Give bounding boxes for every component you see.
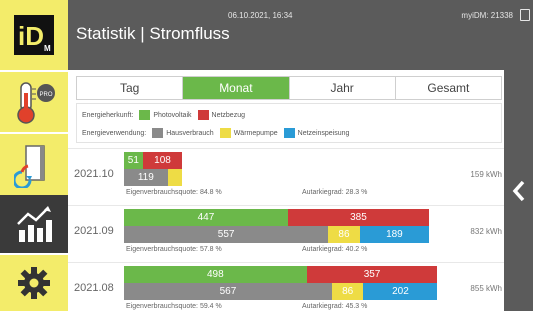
legend-verwendung-label: Energieverwendung: xyxy=(82,129,147,137)
battery-icon xyxy=(520,9,530,21)
main-content: Tag Monat Jahr Gesamt Energieherkunft: P… xyxy=(68,70,504,311)
legend-herkunft-label: Energieherkunft: xyxy=(82,111,134,119)
photovoltaik-segment: 51 xyxy=(124,152,143,169)
netzbezug-segment: 108 xyxy=(142,152,183,169)
legend-item-label: Wärmepumpe xyxy=(233,129,278,137)
svg-text:M: M xyxy=(44,44,51,53)
chevron-left-icon xyxy=(512,180,524,201)
waermepumpe-swatch xyxy=(219,128,231,138)
thermometer-icon: PRO xyxy=(17,82,55,124)
legend-item-netzbezug: Netzbezug xyxy=(197,110,245,120)
idm-logo[interactable]: iD M xyxy=(0,0,68,70)
legend-item-hausverbrauch: Hausverbrauch xyxy=(152,128,214,138)
waermepumpe-segment xyxy=(167,169,183,186)
netzbezug-segment: 357 xyxy=(306,266,438,283)
autarkiegrad: Autarkiegrad: 28.3 % xyxy=(302,189,368,196)
tab-gesamt[interactable]: Gesamt xyxy=(395,77,501,99)
month-row-2021-09[interactable]: 2021.09 447 385 557 86 189 832 kWh Eigenverb… xyxy=(68,205,504,259)
month-total: 159 kWh xyxy=(470,170,502,179)
legend-item-label: Photovoltaik xyxy=(153,111,192,119)
month-total: 855 kWh xyxy=(470,284,502,293)
legend-item-waermepumpe: Wärmepumpe xyxy=(219,128,278,138)
eigenverbrauchsquote: Eigenverbrauchsquote: 84.8 % xyxy=(126,189,222,196)
waermepumpe-segment: 86 xyxy=(331,283,364,300)
tab-tag[interactable]: Tag xyxy=(77,77,184,99)
header-bar: Statistik | Stromfluss 06.10.2021, 16:34… xyxy=(68,0,533,70)
legend-item-label: Hausverbrauch xyxy=(166,129,214,137)
legend: Energieherkunft: Photovoltaik Netzbezug … xyxy=(76,103,502,143)
hausverbrauch-segment: 119 xyxy=(124,169,168,186)
legend-item-label: Netzeinspeisung xyxy=(297,129,350,137)
photovoltaik-segment: 498 xyxy=(124,266,307,283)
month-label: 2021.10 xyxy=(74,168,114,180)
legend-item-photovoltaik: Photovoltaik xyxy=(139,110,192,120)
sidebar: iD M PRO xyxy=(0,0,68,311)
netzeinspeisung-swatch xyxy=(283,128,295,138)
device-label: myiDM: 21338 xyxy=(461,11,513,20)
photovoltaik-swatch xyxy=(139,110,151,120)
energy-bar: 447 385 557 86 189 xyxy=(124,209,454,243)
netzeinspeisung-segment: 189 xyxy=(359,226,430,243)
autarkiegrad: Autarkiegrad: 45.3 % xyxy=(302,303,368,310)
hausverbrauch-segment: 567 xyxy=(124,283,332,300)
month-row-2021-08[interactable]: 2021.08 498 357 567 86 202 855 kWh Eigenverb… xyxy=(68,262,504,311)
sidebar-item-statistics[interactable] xyxy=(0,195,68,253)
svg-text:PRO: PRO xyxy=(39,92,52,98)
sidebar-item-door[interactable] xyxy=(0,132,68,195)
netzbezug-swatch xyxy=(197,110,209,120)
month-row-2021-10[interactable]: 2021.10 51 108 119 159 kWh Eigenverbrauchs… xyxy=(68,148,504,202)
tab-jahr[interactable]: Jahr xyxy=(289,77,396,99)
hausverbrauch-segment: 557 xyxy=(124,226,329,243)
period-tabs: Tag Monat Jahr Gesamt xyxy=(76,76,502,100)
door-icon xyxy=(14,144,45,188)
panel-toggle-handle[interactable] xyxy=(504,70,533,311)
waermepumpe-segment: 86 xyxy=(328,226,360,243)
month-label: 2021.08 xyxy=(74,282,114,294)
legend-item-label: Netzbezug xyxy=(211,111,245,119)
netzbezug-segment: 385 xyxy=(287,209,430,226)
month-label: 2021.09 xyxy=(74,225,114,237)
page-title: Statistik | Stromfluss xyxy=(76,24,230,43)
datetime-label: 06.10.2021, 16:34 xyxy=(228,11,293,20)
svg-text:iD: iD xyxy=(18,21,44,51)
energy-bar: 51 108 119 xyxy=(124,152,454,186)
legend-verwendung: Energieverwendung: Hausverbrauch Wärmepu… xyxy=(82,128,355,138)
legend-herkunft: Energieherkunft: Photovoltaik Netzbezug xyxy=(82,110,251,120)
netzeinspeisung-segment: 202 xyxy=(363,283,438,300)
autarkiegrad: Autarkiegrad: 40.2 % xyxy=(302,246,368,253)
month-total: 832 kWh xyxy=(470,227,502,236)
legend-item-netzeinspeisung: Netzeinspeisung xyxy=(283,128,350,138)
hausverbrauch-swatch xyxy=(152,128,164,138)
eigenverbrauchsquote: Eigenverbrauchsquote: 59.4 % xyxy=(126,303,222,310)
gear-icon xyxy=(18,267,50,299)
sidebar-item-settings[interactable] xyxy=(0,253,68,311)
idm-logo-icon: iD M xyxy=(14,15,54,55)
sidebar-item-thermometer[interactable]: PRO xyxy=(0,70,68,132)
chart-icon xyxy=(17,206,52,242)
photovoltaik-segment: 447 xyxy=(124,209,288,226)
energy-bar: 498 357 567 86 202 xyxy=(124,266,454,300)
tab-monat[interactable]: Monat xyxy=(183,77,290,99)
eigenverbrauchsquote: Eigenverbrauchsquote: 57.8 % xyxy=(126,246,222,253)
